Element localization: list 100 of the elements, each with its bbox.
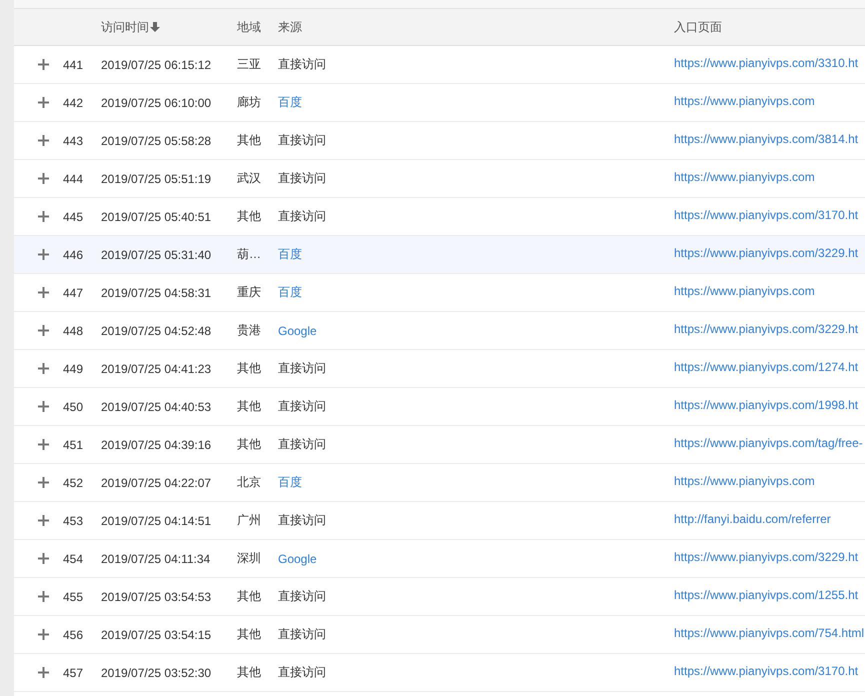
region-text: 重庆 (237, 284, 261, 301)
visit-time: 2019/07/25 04:14:51 (101, 514, 212, 528)
source-text: 直接访问 (278, 170, 326, 187)
visit-time: 2019/07/25 05:58:28 (101, 134, 212, 148)
expand-plus-icon[interactable] (38, 59, 49, 70)
region-text: 广州 (237, 512, 261, 529)
row-number: 455 (63, 590, 84, 604)
row-number: 442 (63, 96, 84, 110)
region-text: 其他 (237, 626, 261, 643)
row-number: 448 (63, 324, 84, 338)
expand-plus-icon[interactable] (38, 477, 49, 488)
entry-page-link[interactable]: https://www.pianyivps.com (674, 474, 815, 488)
region-text: 深圳 (237, 550, 261, 567)
source-link[interactable]: 百度 (278, 94, 302, 111)
entry-page-link[interactable]: https://www.pianyivps.com/3170.ht (674, 208, 858, 222)
expand-plus-icon[interactable] (38, 515, 49, 526)
entry-page-link[interactable]: https://www.pianyivps.com/3229.ht (674, 246, 858, 260)
source-link[interactable]: 百度 (278, 474, 302, 491)
expand-plus-icon[interactable] (38, 249, 49, 260)
entry-page-link[interactable]: https://www.pianyivps.com (674, 284, 815, 298)
entry-page-link[interactable]: https://www.pianyivps.com/3310.ht (674, 56, 858, 70)
visit-time: 2019/07/25 05:40:51 (101, 210, 212, 224)
region-text: 其他 (237, 360, 261, 377)
expand-plus-icon[interactable] (38, 629, 49, 640)
source-text: 直接访问 (278, 588, 326, 605)
entry-page-link[interactable]: https://www.pianyivps.com (674, 94, 815, 108)
visit-time: 2019/07/25 03:54:15 (101, 628, 212, 642)
row-number: 451 (63, 438, 84, 452)
row-number: 452 (63, 476, 84, 490)
region-text: 北京 (237, 474, 261, 491)
visit-time: 2019/07/25 04:39:16 (101, 438, 212, 452)
source-text: 直接访问 (278, 132, 326, 149)
source-link[interactable]: 百度 (278, 284, 302, 301)
visit-time: 2019/07/25 06:10:00 (101, 96, 212, 110)
expand-plus-icon[interactable] (38, 553, 49, 564)
entry-page-link[interactable]: https://www.pianyivps.com/3814.ht (674, 132, 858, 146)
expand-plus-icon[interactable] (38, 667, 49, 678)
column-header: 入口页面 (674, 18, 722, 36)
entry-page-link[interactable]: http://fanyi.baidu.com/referrer (674, 512, 831, 526)
row-number: 454 (63, 552, 84, 566)
expand-plus-icon[interactable] (38, 363, 49, 374)
source-text: 直接访问 (278, 208, 326, 225)
source-text: 直接访问 (278, 626, 326, 643)
entry-page-link[interactable]: https://www.pianyivps.com/tag/free- (674, 436, 863, 450)
visit-time: 2019/07/25 04:41:23 (101, 362, 212, 376)
visit-time: 2019/07/25 05:51:19 (101, 172, 212, 186)
visit-time: 2019/07/25 04:52:48 (101, 324, 212, 338)
entry-page-link[interactable]: https://www.pianyivps.com/1998.ht (674, 398, 858, 412)
source-text: 直接访问 (278, 398, 326, 415)
visit-time: 2019/07/25 04:11:34 (101, 552, 210, 566)
visit-time: 2019/07/25 03:52:30 (101, 666, 212, 680)
row-number: 444 (63, 172, 84, 186)
source-text: 直接访问 (278, 436, 326, 453)
row-number: 453 (63, 514, 84, 528)
expand-plus-icon[interactable] (38, 401, 49, 412)
source-text: 直接访问 (278, 360, 326, 377)
expand-plus-icon[interactable] (38, 97, 49, 108)
row-number: 447 (63, 286, 84, 300)
region-text: 武汉 (237, 170, 261, 187)
expand-plus-icon[interactable] (38, 325, 49, 336)
visit-time: 2019/07/25 04:40:53 (101, 400, 212, 414)
entry-page-link[interactable]: https://www.pianyivps.com (674, 170, 815, 184)
visit-time: 2019/07/25 05:31:40 (101, 248, 212, 262)
column-header: 来源 (278, 18, 302, 36)
entry-page-link[interactable]: https://www.pianyivps.com/3170.ht (674, 664, 858, 678)
region-text: 其他 (237, 588, 261, 605)
visit-time: 2019/07/25 04:58:31 (101, 286, 212, 300)
visit-time: 2019/07/25 06:15:12 (101, 58, 212, 72)
region-text: 其他 (237, 208, 261, 225)
expand-plus-icon[interactable] (38, 591, 49, 602)
visit-time: 2019/07/25 04:22:07 (101, 476, 212, 490)
source-text: 直接访问 (278, 664, 326, 681)
source-text: 直接访问 (278, 56, 326, 73)
row-number: 457 (63, 666, 84, 680)
column-header[interactable]: 访问时间 (101, 18, 149, 36)
row-number: 445 (63, 210, 84, 224)
expand-plus-icon[interactable] (38, 287, 49, 298)
region-text: 葫… (237, 246, 261, 263)
row-number: 456 (63, 628, 84, 642)
expand-plus-icon[interactable] (38, 439, 49, 450)
region-text: 贵港 (237, 322, 261, 339)
source-link[interactable]: Google (278, 324, 317, 338)
expand-plus-icon[interactable] (38, 173, 49, 184)
row-number: 449 (63, 362, 84, 376)
sort-arrow-icon[interactable] (150, 22, 160, 32)
row-number: 450 (63, 400, 84, 414)
entry-page-link[interactable]: https://www.pianyivps.com/1255.ht (674, 588, 858, 602)
entry-page-link[interactable]: https://www.pianyivps.com/754.html (674, 626, 864, 640)
region-text: 其他 (237, 398, 261, 415)
expand-plus-icon[interactable] (38, 135, 49, 146)
entry-page-link[interactable]: https://www.pianyivps.com/1274.ht (674, 360, 858, 374)
source-link[interactable]: 百度 (278, 246, 302, 263)
entry-page-link[interactable]: https://www.pianyivps.com/3229.ht (674, 550, 858, 564)
region-text: 其他 (237, 132, 261, 149)
row-number: 441 (63, 58, 84, 72)
source-link[interactable]: Google (278, 552, 317, 566)
expand-plus-icon[interactable] (38, 211, 49, 222)
row-number: 446 (63, 248, 84, 262)
entry-page-link[interactable]: https://www.pianyivps.com/3229.ht (674, 322, 858, 336)
region-text: 其他 (237, 436, 261, 453)
